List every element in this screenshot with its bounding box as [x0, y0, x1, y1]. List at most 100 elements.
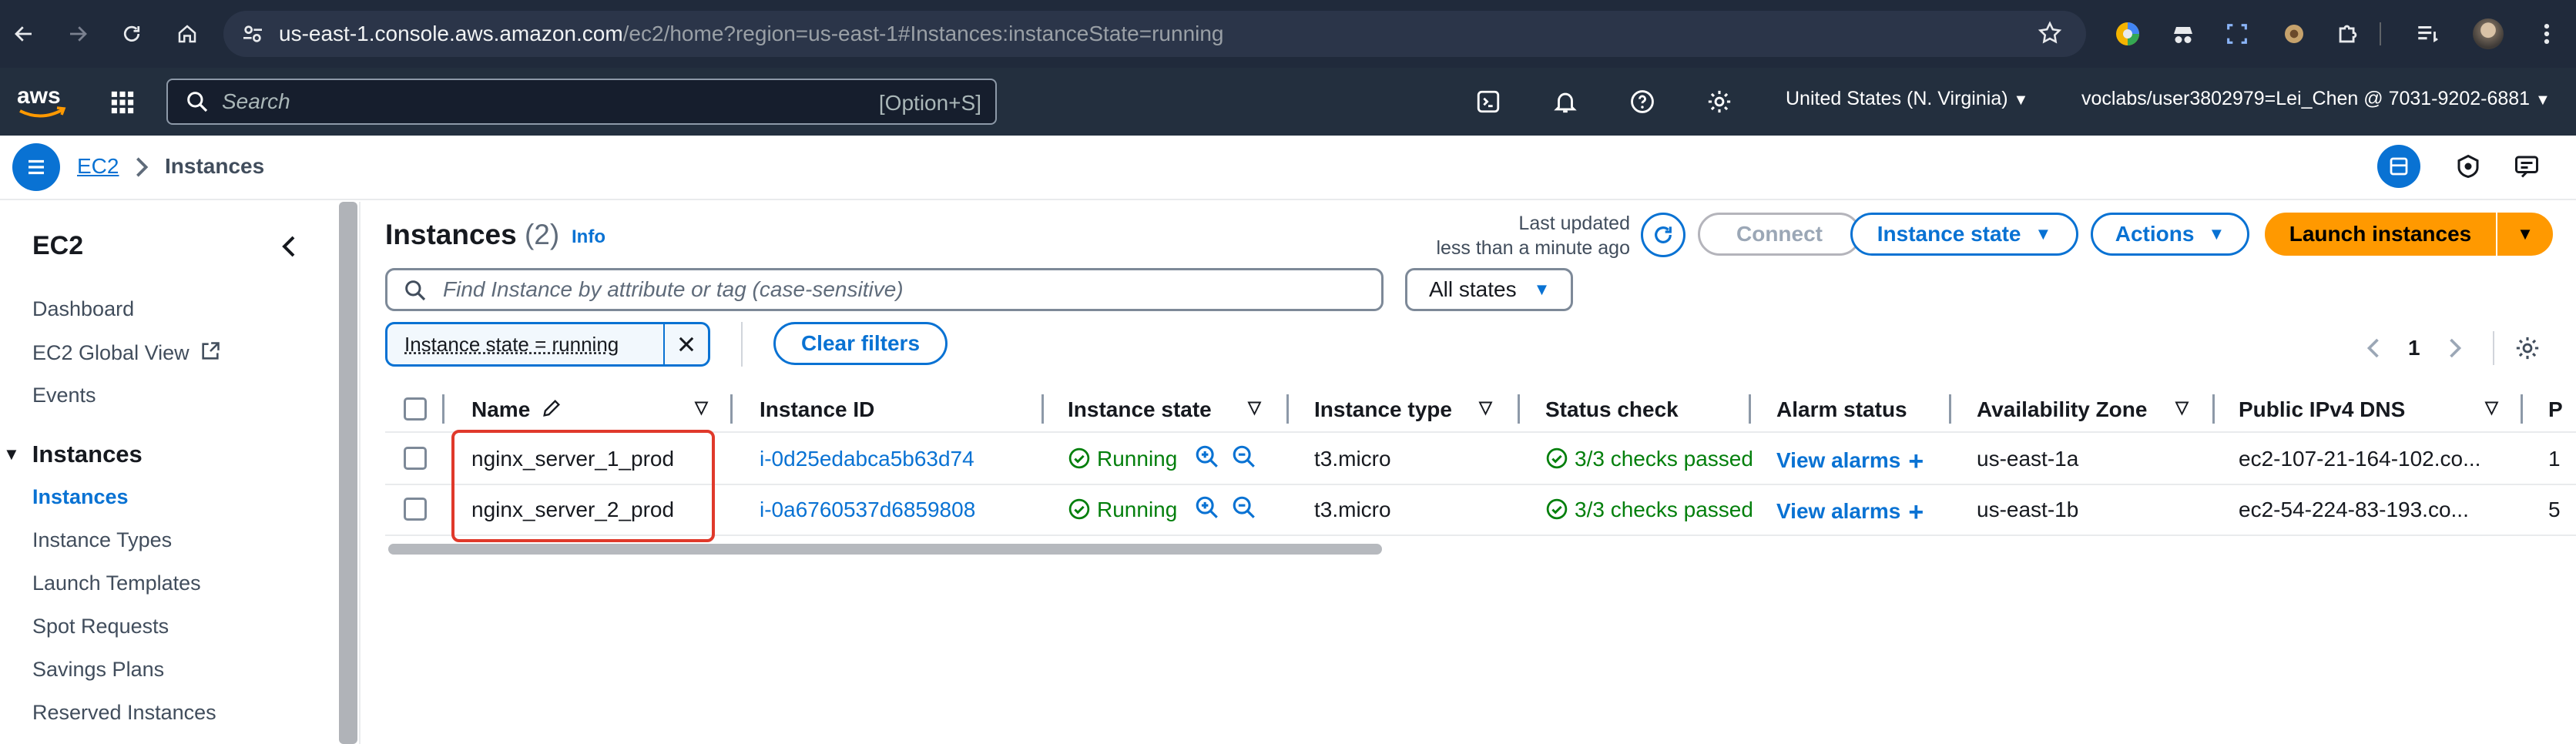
screenshot-extension-icon[interactable] [2219, 15, 2256, 52]
forward-icon[interactable] [54, 0, 102, 68]
column-header-name[interactable]: Name [471, 397, 562, 422]
column-separator [1518, 394, 1520, 424]
launch-instances-button[interactable]: Launch instances [2265, 213, 2496, 256]
column-header-public-dns[interactable]: Public IPv4 DNS [2239, 397, 2405, 422]
check-circle-icon [1545, 498, 1568, 521]
remove-filter-close-icon[interactable] [665, 333, 708, 355]
back-icon[interactable] [0, 0, 48, 68]
caret-down-icon: ▼ [2034, 224, 2052, 243]
table-horizontal-scrollbar[interactable] [388, 544, 1382, 555]
column-header-public-ip[interactable]: P [2548, 397, 2563, 422]
aws-logo[interactable]: aws [15, 80, 69, 123]
view-alarms-label: View alarms [1776, 448, 1901, 472]
instance-id-link[interactable]: i-0d25edabca5b63d74 [760, 447, 974, 471]
extension-spy-icon[interactable] [2165, 15, 2202, 52]
clear-filters-button[interactable]: Clear filters [773, 322, 948, 365]
zoom-out-icon[interactable] [1231, 444, 1257, 470]
sidebar-item-spot-requests[interactable]: Spot Requests [32, 615, 169, 638]
column-header-alarm-status[interactable]: Alarm status [1776, 397, 1907, 422]
sort-caret-icon[interactable]: ▽ [2175, 397, 2189, 417]
address-bar[interactable]: us-east-1.console.aws.amazon.com/ec2/hom… [223, 11, 2086, 57]
sidebar-item-reserved-instances[interactable]: Reserved Instances [32, 701, 216, 725]
highlight-box [451, 430, 715, 542]
browser-menu-icon[interactable] [2528, 15, 2565, 52]
global-search-input[interactable]: Search [Option+S] [166, 79, 997, 125]
account-label: voclabs/user3802979=Lei_Chen @ 7031-9202… [2081, 88, 2531, 109]
row-checkbox[interactable] [404, 498, 427, 521]
reading-list-icon[interactable] [2410, 15, 2447, 52]
toolbar-divider [2377, 15, 2383, 52]
connect-button[interactable]: Connect [1698, 213, 1861, 256]
current-page[interactable]: 1 [2408, 336, 2420, 360]
column-header-status-check[interactable]: Status check [1545, 397, 1679, 422]
breadcrumb-current: Instances [165, 154, 265, 178]
refresh-button[interactable] [1641, 213, 1685, 257]
sort-caret-icon[interactable]: ▽ [1479, 397, 1492, 417]
zoom-out-icon[interactable] [1231, 494, 1257, 521]
settings-gear-icon[interactable] [1702, 85, 1736, 119]
instance-state-button[interactable]: Instance state ▼ [1850, 213, 2078, 256]
filter-token[interactable]: Instance state = running [385, 322, 710, 367]
extensions-puzzle-icon[interactable] [2329, 15, 2366, 52]
zoom-in-icon[interactable] [1194, 444, 1220, 470]
sort-caret-icon[interactable]: ▽ [695, 397, 708, 417]
sidebar-item-instance-types[interactable]: Instance Types [32, 528, 172, 552]
breadcrumb-ec2-link[interactable]: EC2 [77, 154, 119, 179]
row-checkbox[interactable] [404, 447, 427, 470]
home-icon[interactable] [163, 0, 211, 68]
column-separator [442, 394, 444, 424]
sidebar-scrollbar[interactable] [339, 202, 357, 744]
select-all-checkbox[interactable] [404, 397, 427, 421]
profile-avatar[interactable] [2470, 15, 2507, 52]
help-icon[interactable] [1625, 85, 1659, 119]
tools-panel-button[interactable] [2377, 145, 2420, 188]
states-select[interactable]: All states ▼ [1405, 268, 1573, 311]
instance-filter-input[interactable]: Find Instance by attribute or tag (case-… [385, 268, 1384, 311]
column-header-instance-id[interactable]: Instance ID [760, 397, 874, 422]
public-ip-truncated: 1 [2548, 447, 2561, 471]
cloudshell-icon[interactable] [1471, 85, 1505, 119]
region-selector[interactable]: United States (N. Virginia) ▼ [1786, 88, 2028, 110]
view-alarms-link[interactable]: View alarms + [1776, 498, 1924, 528]
prev-page-icon[interactable] [2365, 336, 2382, 360]
svg-text:aws: aws [17, 83, 61, 109]
sidebar-item-instances[interactable]: Instances [32, 485, 129, 509]
view-alarms-link[interactable]: View alarms + [1776, 447, 1924, 477]
sidebar-section-instances[interactable]: ▼ Instances [3, 441, 143, 468]
bookmark-star-icon[interactable] [2037, 20, 2063, 46]
instance-id-link[interactable]: i-0a6760537d6859808 [760, 498, 975, 522]
sidebar-item-launch-templates[interactable]: Launch Templates [32, 571, 201, 595]
info-link[interactable]: Info [572, 226, 605, 248]
last-updated-value: less than a minute ago [1436, 237, 1630, 259]
zoom-in-icon[interactable] [1194, 494, 1220, 521]
site-info-icon[interactable] [240, 22, 265, 46]
table-header: Name ▽ Instance ID Instance state ▽ Inst… [385, 387, 2576, 433]
services-grid-icon[interactable] [109, 89, 136, 116]
sort-caret-icon[interactable]: ▽ [1248, 397, 1261, 417]
availability-zone: us-east-1b [1977, 498, 2079, 521]
next-page-icon[interactable] [2447, 336, 2464, 360]
hamburger-menu-button[interactable] [12, 143, 60, 191]
sidebar-item-dashboard[interactable]: Dashboard [32, 297, 134, 321]
notifications-bell-icon[interactable] [1548, 85, 1582, 119]
collapse-sidebar-icon[interactable] [279, 234, 299, 259]
sidebar-item-events[interactable]: Events [32, 384, 96, 407]
actions-button[interactable]: Actions ▼ [2091, 213, 2249, 256]
security-panel-icon[interactable] [2454, 152, 2482, 180]
sidebar-item-savings-plans[interactable]: Savings Plans [32, 658, 164, 682]
column-separator [1041, 394, 1044, 424]
sort-caret-icon[interactable]: ▽ [2485, 397, 2498, 417]
column-header-instance-state[interactable]: Instance state [1068, 397, 1212, 422]
extension-color-icon[interactable] [2109, 15, 2146, 52]
filter-placeholder: Find Instance by attribute or tag (case-… [443, 277, 904, 301]
reload-icon[interactable] [108, 0, 156, 68]
table-settings-gear-icon[interactable] [2514, 335, 2541, 361]
account-menu[interactable]: voclabs/user3802979=Lei_Chen @ 7031-9202… [2081, 88, 2551, 110]
sidebar-item-global-view[interactable]: EC2 Global View [32, 340, 221, 365]
column-header-availability-zone[interactable]: Availability Zone [1977, 397, 2147, 422]
launch-dropdown-button[interactable]: ▼ [2497, 213, 2553, 256]
column-header-instance-type[interactable]: Instance type [1314, 397, 1452, 422]
extension-badge-icon[interactable] [2276, 15, 2313, 52]
feedback-panel-icon[interactable] [2513, 152, 2541, 180]
last-updated-label: Last updated [1518, 213, 1630, 234]
